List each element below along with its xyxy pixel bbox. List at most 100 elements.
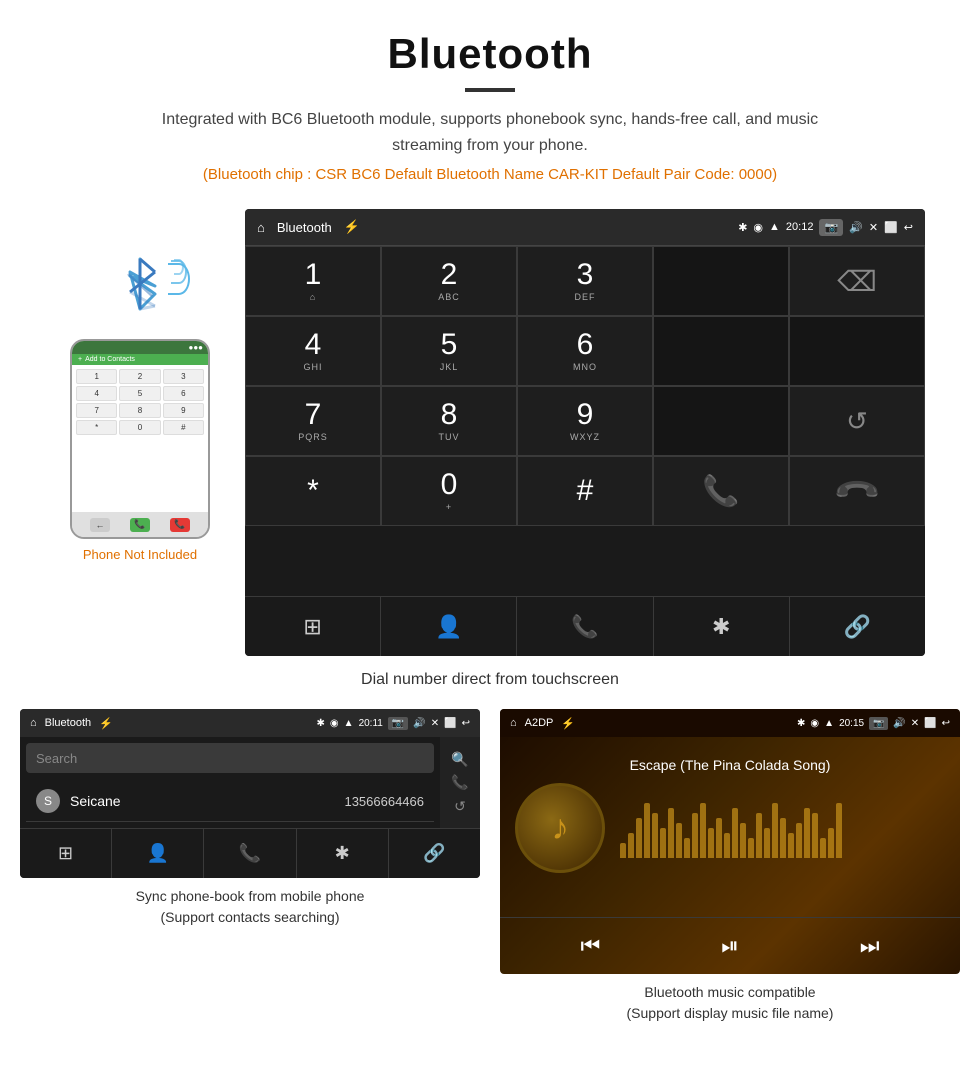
contact-row[interactable]: S Seicane 13566664466 <box>26 781 434 822</box>
mock-key-2: 2 <box>119 369 160 384</box>
dial-key-backspace[interactable]: ⌫ <box>789 246 925 316</box>
status-bar: ⌂ Bluetooth ⚡ ✱ ◉ ▲ 20:12 📷 🔊 ✕ ⬜ ↩ <box>245 209 925 245</box>
viz-bar-20 <box>780 818 786 858</box>
dial-key-empty-1 <box>653 246 789 316</box>
camera-icon[interactable]: 📷 <box>819 219 843 236</box>
bluetooth-icon <box>120 254 160 314</box>
wave-2 <box>171 260 187 284</box>
music-loc-icon: ◉ <box>810 718 819 729</box>
dial-num-6: 6 <box>577 330 594 360</box>
music-close-icon: ✕ <box>911 718 919 729</box>
viz-bar-26 <box>828 828 834 858</box>
nav-contacts-btn[interactable]: 👤 <box>381 597 517 656</box>
music-back-icon: ↩ <box>942 718 950 729</box>
dial-sub-9: WXYZ <box>570 432 600 442</box>
pb-home-icon: ⌂ <box>30 717 37 729</box>
nav-bluetooth-btn[interactable]: ✱ <box>654 597 790 656</box>
contact-number: 13566664466 <box>344 794 424 809</box>
mock-key-4: 4 <box>76 386 117 401</box>
mock-key-1: 1 <box>76 369 117 384</box>
sidebar-call-icon[interactable]: 📞 <box>451 774 468 791</box>
dial-key-2[interactable]: 2 ABC <box>381 246 517 316</box>
dial-key-9[interactable]: 9 WXYZ <box>517 386 653 456</box>
viz-bar-2 <box>636 818 642 858</box>
viz-bar-8 <box>684 838 690 858</box>
pb-nav-grid[interactable]: ⊞ <box>20 829 112 878</box>
dial-key-call-green[interactable]: 📞 <box>653 456 789 526</box>
viz-bar-7 <box>676 823 682 858</box>
dial-num-2: 2 <box>441 260 458 290</box>
nav-link-btn[interactable]: 🔗 <box>790 597 925 656</box>
back-icon[interactable]: ↩ <box>904 221 913 234</box>
prev-btn[interactable]: ⏮ <box>565 928 615 964</box>
phonebook-car-screen[interactable]: ⌂ Bluetooth ⚡ ✱ ◉ ▲ 20:11 📷 🔊 ✕ ⬜ ↩ <box>20 709 480 878</box>
pb-nav-phone[interactable]: 📞 <box>204 829 296 878</box>
main-caption: Dial number direct from touchscreen <box>0 661 980 709</box>
viz-bar-0 <box>620 843 626 858</box>
viz-bar-22 <box>796 823 802 858</box>
search-placeholder: Search <box>36 751 77 766</box>
car-bottom-nav: ⊞ 👤 📞 ✱ 🔗 <box>245 596 925 656</box>
dial-key-call-red[interactable]: 📞 <box>789 456 925 526</box>
music-song-title: Escape (The Pina Colada Song) <box>630 757 831 773</box>
volume-icon[interactable]: 🔊 <box>849 221 863 234</box>
dial-sub-7: PQRS <box>298 432 328 442</box>
viz-bar-9 <box>692 813 698 858</box>
dial-key-3[interactable]: 3 DEF <box>517 246 653 316</box>
contact-name: Seicane <box>70 793 344 809</box>
music-vol-icon: 🔊 <box>893 718 905 729</box>
music-time: 20:15 <box>839 718 864 729</box>
music-car-screen[interactable]: ⌂ A2DP ⚡ ✱ ◉ ▲ 20:15 📷 🔊 ✕ ⬜ ↩ <box>500 709 960 974</box>
dial-key-7[interactable]: 7 PQRS <box>245 386 381 456</box>
next-btn[interactable]: ⏭ <box>845 928 895 964</box>
pb-nav-link[interactable]: 🔗 <box>389 829 480 878</box>
home-icon[interactable]: ⌂ <box>257 220 265 235</box>
phonebook-content-area: Search S Seicane 13566664466 🔍 📞 ↺ <box>20 737 480 828</box>
viz-bar-17 <box>756 813 762 858</box>
phonebook-caption-line1: Sync phone-book from mobile phone <box>136 888 365 904</box>
dial-key-6[interactable]: 6 MNO <box>517 316 653 386</box>
title-divider <box>465 88 515 92</box>
mock-key-8: 8 <box>119 403 160 418</box>
dial-key-0[interactable]: 0 + <box>381 456 517 526</box>
dial-sub-3: DEF <box>575 292 596 302</box>
viz-bar-14 <box>732 808 738 858</box>
sidebar-search-icon[interactable]: 🔍 <box>451 751 468 768</box>
pb-time: 20:11 <box>359 718 383 729</box>
dial-key-1[interactable]: 1 ⌂ <box>245 246 381 316</box>
pb-close-icon: ✕ <box>431 718 439 729</box>
play-pause-btn[interactable]: ⏯ <box>706 928 754 964</box>
pb-status-left: ⌂ Bluetooth ⚡ <box>30 717 113 730</box>
search-bar[interactable]: Search <box>26 743 434 773</box>
mock-add-contact: + Add to Contacts <box>72 354 208 365</box>
dial-key-refresh[interactable]: ↺ <box>789 386 925 456</box>
page-specs: (Bluetooth chip : CSR BC6 Default Blueto… <box>20 166 960 183</box>
pb-nav-bt[interactable]: ✱ <box>297 829 389 878</box>
dial-key-5[interactable]: 5 JKL <box>381 316 517 386</box>
dial-sub-2: ABC <box>438 292 460 302</box>
dial-key-hash[interactable]: # <box>517 456 653 526</box>
music-status-right: ✱ ◉ ▲ 20:15 📷 🔊 ✕ ⬜ ↩ <box>797 717 950 730</box>
mock-key-9: 9 <box>163 403 204 418</box>
viz-bar-4 <box>652 813 658 858</box>
music-usb-icon: ⚡ <box>561 717 575 730</box>
viz-bar-12 <box>716 818 722 858</box>
dial-key-star[interactable]: * <box>245 456 381 526</box>
dial-key-empty-4 <box>653 386 789 456</box>
sidebar-sync-icon[interactable]: ↺ <box>454 798 466 815</box>
viz-bar-10 <box>700 803 706 858</box>
pb-nav-person[interactable]: 👤 <box>112 829 204 878</box>
phonebook-padding: Search S Seicane 13566664466 <box>20 737 440 828</box>
album-art: ♪ <box>515 783 605 873</box>
close-icon[interactable]: ✕ <box>869 221 878 234</box>
bluetooth-icon-area <box>90 249 190 319</box>
car-screen-dialpad[interactable]: ⌂ Bluetooth ⚡ ✱ ◉ ▲ 20:12 📷 🔊 ✕ ⬜ ↩ 1 ⌂ <box>245 209 925 656</box>
nav-phone-btn[interactable]: 📞 <box>517 597 653 656</box>
mock-call-btn: 📞 <box>130 518 150 532</box>
nav-grid-btn[interactable]: ⊞ <box>245 597 381 656</box>
dial-key-8[interactable]: 8 TUV <box>381 386 517 456</box>
status-bar-right: ✱ ◉ ▲ 20:12 📷 🔊 ✕ ⬜ ↩ <box>738 219 913 236</box>
dial-key-4[interactable]: 4 GHI <box>245 316 381 386</box>
dial-num-7: 7 <box>305 400 322 430</box>
window-icon[interactable]: ⬜ <box>884 221 898 234</box>
